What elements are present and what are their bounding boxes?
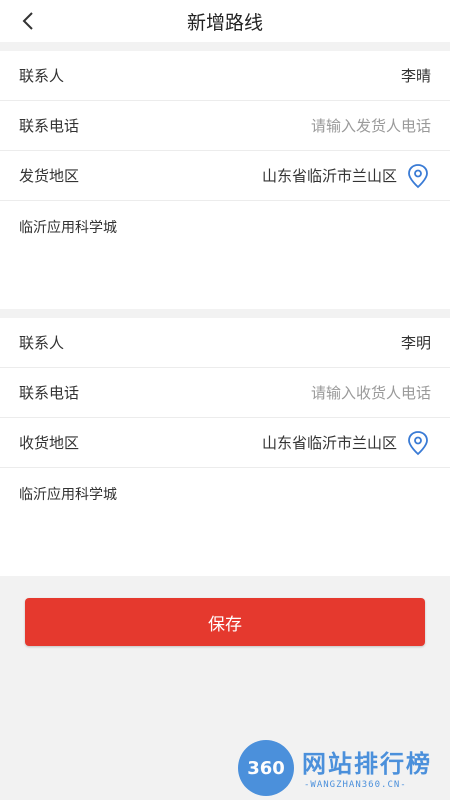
back-button[interactable]: [10, 0, 46, 42]
top-bar: 新增路线: [0, 0, 450, 42]
watermark-title: 网站排行榜: [302, 750, 432, 778]
receiver-contact-value: 李明: [400, 334, 431, 352]
receiver-contact-row[interactable]: 联系人 李明: [0, 318, 450, 368]
receiver-card: 联系人 李明 联系电话 收货地区 山东省临沂市兰山区 临沂应用科学城: [0, 318, 450, 576]
receiver-region-selector[interactable]: 山东省临沂市兰山区: [262, 430, 431, 456]
page-title: 新增路线: [186, 11, 263, 34]
location-pin-icon[interactable]: [405, 430, 431, 456]
sender-region-selector[interactable]: 山东省临沂市兰山区: [262, 163, 431, 189]
sender-address-field[interactable]: 临沂应用科学城: [0, 201, 450, 309]
watermark-circle: 360: [238, 740, 294, 796]
location-pin-icon[interactable]: [405, 163, 431, 189]
sender-contact-value: 李晴: [400, 67, 431, 85]
sender-card: 联系人 李晴 联系电话 发货地区 山东省临沂市兰山区 临沂应用科学城: [0, 51, 450, 309]
sender-region-row[interactable]: 发货地区 山东省临沂市兰山区: [0, 151, 450, 201]
sender-contact-row[interactable]: 联系人 李晴: [0, 51, 450, 101]
sender-phone-row: 联系电话: [0, 101, 450, 151]
sender-phone-input[interactable]: [211, 116, 431, 135]
watermark-logo: 360 网站排行榜 -WANGZHAN360.CN-: [238, 738, 446, 798]
receiver-region-value: 山东省临沂市兰山区: [261, 434, 397, 452]
receiver-phone-input[interactable]: [211, 383, 431, 402]
sender-region-value: 山东省临沂市兰山区: [261, 167, 397, 185]
receiver-phone-label: 联系电话: [19, 384, 80, 402]
receiver-region-row[interactable]: 收货地区 山东省临沂市兰山区: [0, 418, 450, 468]
receiver-contact-label: 联系人: [19, 334, 65, 352]
watermark-subtitle: -WANGZHAN360.CN-: [304, 780, 407, 790]
receiver-address-field[interactable]: 临沂应用科学城: [0, 468, 450, 576]
chevron-left-icon: [22, 12, 33, 30]
receiver-region-label: 收货地区: [19, 434, 80, 452]
sender-phone-label: 联系电话: [19, 117, 80, 135]
save-button[interactable]: 保存: [25, 598, 425, 646]
receiver-phone-row: 联系电话: [0, 368, 450, 418]
sender-contact-label: 联系人: [19, 67, 65, 85]
sender-region-label: 发货地区: [19, 167, 80, 185]
